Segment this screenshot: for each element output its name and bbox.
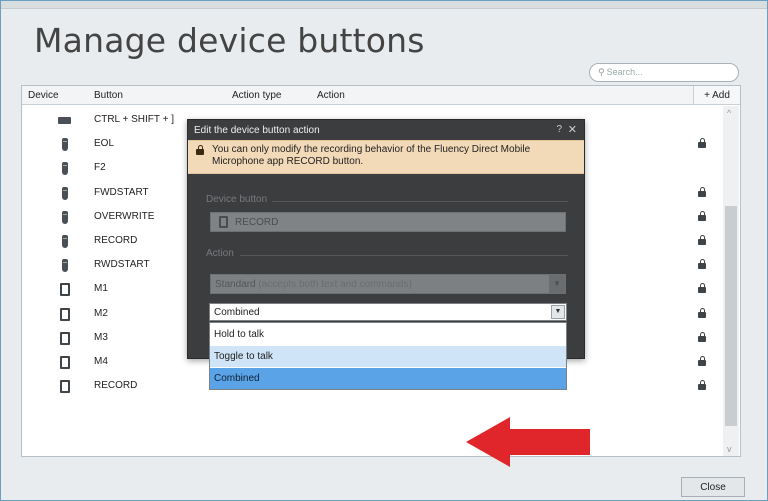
row-button-name: F2 [94,162,106,174]
row-button-name: M4 [94,356,108,367]
add-button[interactable]: + Add [693,86,740,104]
warning-text: You can only modify the recording behavi… [212,144,531,167]
help-icon[interactable]: ? [556,124,562,135]
lock-icon [698,331,706,342]
lock-icon [698,283,706,294]
close-icon[interactable]: ✕ [568,123,577,136]
search-icon: ⚲ [598,67,605,77]
action-section-label: Action [206,248,234,259]
action-mode-value: Standard [215,279,256,290]
row-button-name: CTRL + SHIFT + ] [94,114,175,125]
lock-icon [698,210,706,221]
row-button-name: M2 [94,307,108,319]
manage-device-buttons-window: Manage device buttons ⚲ Search... Device … [0,0,768,501]
microphone-icon [62,186,68,200]
lock-icon [698,307,706,318]
option-combined[interactable]: Combined [210,368,566,389]
phone-icon [60,331,70,345]
scroll-thumb[interactable] [725,206,737,426]
recording-behavior-dropdown: Hold to talk Toggle to talk Combined [209,322,567,390]
device-button-field: RECORD [210,212,566,232]
recording-behavior-combo[interactable]: Combined ▼ [209,303,567,321]
phone-icon [60,380,70,394]
chevron-down-icon[interactable]: ▼ [551,305,565,319]
combo-selected-value: Combined [214,307,260,318]
microphone-icon [62,162,68,176]
row-button-name: FWDSTART [94,186,149,198]
scroll-down-icon[interactable]: v [727,444,732,454]
lock-icon [698,138,706,149]
lock-icon [698,356,706,366]
divider [240,255,568,256]
warning-banner: You can only modify the recording behavi… [188,140,584,174]
search-input[interactable]: ⚲ Search... [589,63,739,82]
microphone-icon [62,138,68,152]
close-button[interactable]: Close [681,477,745,497]
scroll-up-icon[interactable]: ^ [727,108,731,118]
annotation-arrow-icon [466,417,590,467]
action-mode-select: Standard (accepts both text and commands… [210,274,566,294]
lock-icon [698,235,706,245]
phone-icon [219,216,228,228]
chevron-down-icon: ▼ [549,275,565,293]
table-header: Device Button Action type Action + Add [22,86,740,105]
column-header-action-type[interactable]: Action type [232,90,281,101]
row-button-name: M1 [94,283,108,295]
dialog-title: Edit the device button action [194,125,320,136]
phone-icon [60,356,70,369]
lock-icon [698,380,706,391]
divider [272,201,568,202]
page-title: Manage device buttons [34,21,425,60]
search-placeholder: Search... [606,67,643,77]
action-mode-hint: (accepts both text and commands) [258,279,412,290]
microphone-icon [62,259,68,273]
table-scrollbar[interactable]: ^ v [723,106,739,456]
option-hold-to-talk[interactable]: Hold to talk [210,324,566,345]
row-button-name: OVERWRITE [94,210,155,222]
column-header-action[interactable]: Action [317,90,345,101]
row-button-name: RWDSTART [94,259,150,271]
phone-icon [60,283,70,297]
device-button-section-label: Device button [206,194,268,205]
microphone-icon [62,210,68,224]
row-button-name: EOL [94,138,115,150]
row-button-name: RECORD [94,380,138,392]
window-titlebar [1,1,767,9]
lock-icon [698,259,706,270]
lock-icon [698,186,706,197]
column-header-button[interactable]: Button [94,90,123,101]
lock-icon [196,145,204,155]
microphone-icon [62,235,68,248]
phone-icon [60,307,70,321]
row-button-name: RECORD [94,235,138,246]
row-button-name: M3 [94,331,108,343]
keyboard-icon [58,117,71,124]
option-toggle-to-talk[interactable]: Toggle to talk [210,346,566,367]
device-button-value: RECORD [235,217,279,228]
column-header-device[interactable]: Device [28,90,59,101]
